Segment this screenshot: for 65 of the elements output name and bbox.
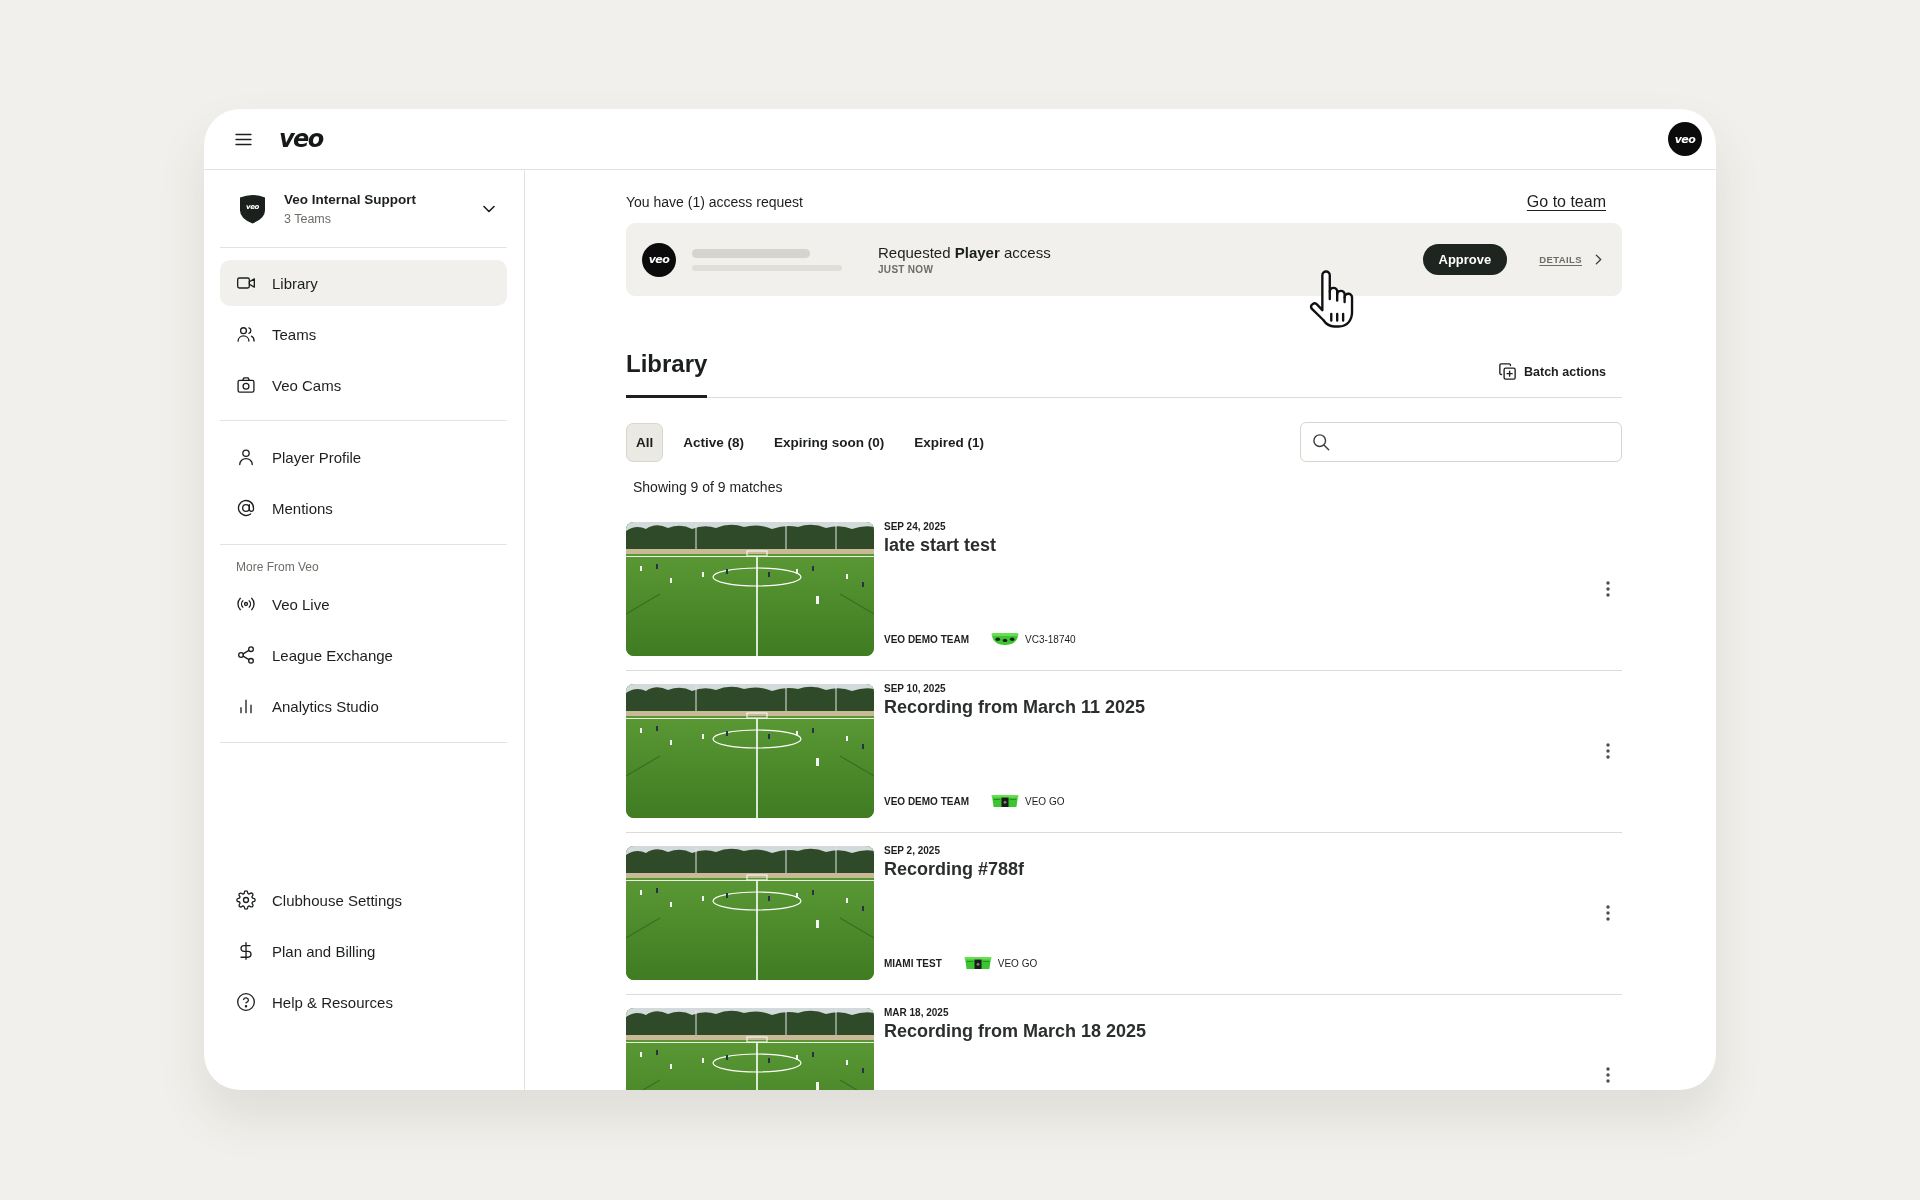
at-sign-icon xyxy=(236,498,256,518)
account-avatar[interactable]: veo xyxy=(1668,122,1702,156)
camera-name: VC3-18740 xyxy=(1025,633,1076,645)
team-label: VEO DEMO TEAM xyxy=(884,633,969,645)
sidebar-item[interactable]: Veo Live xyxy=(220,581,507,627)
match-date: MAR 18, 2025 xyxy=(884,1007,949,1019)
sidebar-item[interactable]: Mentions xyxy=(220,485,507,531)
more-options-icon[interactable] xyxy=(1606,905,1610,921)
camera-name: VEO GO xyxy=(1025,795,1065,807)
add-copy-icon xyxy=(1499,363,1517,380)
menu-icon[interactable] xyxy=(235,132,252,146)
batch-actions-button[interactable]: Batch actions xyxy=(1499,363,1606,380)
camera-icon xyxy=(236,375,256,395)
match-date: SEP 24, 2025 xyxy=(884,521,946,533)
filter-tab[interactable]: Expiring soon (0) xyxy=(764,422,895,462)
search-field[interactable] xyxy=(1300,422,1622,462)
library-title: Library xyxy=(626,349,708,398)
camera-device-icon xyxy=(991,632,1019,646)
sidebar-item[interactable]: Library xyxy=(220,260,507,306)
match-title: Recording from March 11 2025 xyxy=(884,696,1146,718)
user-icon xyxy=(236,447,256,467)
team-count: 3 Teams xyxy=(284,211,332,227)
camera-device-icon xyxy=(963,956,992,970)
match-date: SEP 10, 2025 xyxy=(884,683,946,695)
request-time: JUST NOW xyxy=(878,263,935,276)
team-label: MIAMI TEST xyxy=(884,957,942,969)
app-logo[interactable]: veo xyxy=(279,127,323,151)
search-icon xyxy=(1313,433,1330,451)
camera-device-icon xyxy=(991,794,1019,808)
chevron-down-icon[interactable] xyxy=(483,204,495,213)
users-icon xyxy=(236,324,256,344)
help-icon xyxy=(236,992,256,1012)
hand-cursor-icon xyxy=(1309,269,1355,329)
filter-tab[interactable]: Active (8) xyxy=(673,422,755,462)
sidebar-item[interactable]: Plan and Billing xyxy=(220,928,507,974)
access-request-summary: You have (1) access request xyxy=(626,194,803,210)
sidebar-item[interactable]: Teams xyxy=(220,311,507,357)
more-options-icon[interactable] xyxy=(1606,1067,1610,1083)
sidebar-item[interactable]: Clubhouse Settings xyxy=(220,877,507,923)
details-link[interactable]: DETAILS xyxy=(1539,254,1602,265)
team-label: VEO DEMO TEAM xyxy=(884,795,969,807)
sidebar-item[interactable]: Veo Cams xyxy=(220,362,507,408)
match-title: late start test xyxy=(884,534,997,556)
match-title: Recording #788f xyxy=(884,858,1025,880)
chevron-right-icon xyxy=(1595,254,1602,265)
filter-tab[interactable]: All xyxy=(626,422,664,462)
section-heading: More From Veo xyxy=(235,559,319,576)
request-message: Requested Player access xyxy=(878,243,1051,262)
settings-icon xyxy=(236,890,256,910)
sidebar-item[interactable]: Analytics Studio xyxy=(220,683,507,729)
more-options-icon[interactable] xyxy=(1606,743,1610,759)
team-name: Veo Internal Support xyxy=(284,190,416,208)
match-count: Showing 9 of 9 matches xyxy=(632,478,784,496)
share-icon xyxy=(236,645,256,665)
filter-tab[interactable]: Expired (1) xyxy=(904,422,995,462)
more-options-icon[interactable] xyxy=(1606,581,1610,597)
sidebar-item[interactable]: Help & Resources xyxy=(220,979,507,1025)
camera-name: VEO GO xyxy=(997,957,1038,969)
approve-button[interactable]: Approve xyxy=(1422,244,1508,275)
match-date: SEP 2, 2025 xyxy=(884,845,940,857)
sidebar-item[interactable]: Player Profile xyxy=(220,434,507,480)
requester-avatar: veo xyxy=(642,242,676,277)
go-to-team-link[interactable]: Go to team xyxy=(1526,193,1606,211)
sidebar-item[interactable]: League Exchange xyxy=(220,632,507,678)
match-title: Recording from March 18 2025 xyxy=(884,1020,1147,1042)
